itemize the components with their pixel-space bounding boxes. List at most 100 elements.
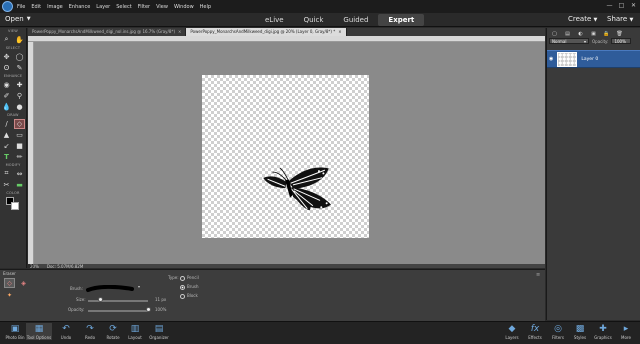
blend-mode-select[interactable]: Normal ▾ [549,38,589,44]
blend-mode-value: Normal [552,39,567,44]
mode-tabs: eLive Quick Guided Expert [255,14,425,26]
rotate-label: Rotate [106,335,120,340]
opacity-label: Opacity: [68,307,85,312]
size-value[interactable]: 11 px [155,297,166,302]
gradient-tool-icon[interactable]: ▭ [14,130,25,140]
more-button[interactable]: ▸ More [613,323,639,340]
eye-icon[interactable]: ◉ [549,56,553,62]
share-button[interactable]: Share ▼ [607,15,633,23]
tab-elive[interactable]: eLive [255,14,294,26]
opacity-value[interactable]: 100% [155,307,166,312]
crop-tool-icon[interactable]: ⌗ [1,169,12,179]
menu-window[interactable]: Window [174,4,194,10]
healing-brush-tool-icon[interactable]: ✚ [14,80,25,90]
tab-expert[interactable]: Expert [378,14,425,26]
type-brush-option[interactable]: Brush [180,284,199,290]
move-tool-icon[interactable]: ✥ [1,52,12,62]
lasso-tool-icon[interactable]: ʘ [1,63,12,73]
radio-block[interactable] [180,293,185,299]
layer-row[interactable]: ◉ Layer 0 [547,50,640,68]
type-tool-icon[interactable]: T [1,152,12,162]
clone-stamp-tool-icon[interactable]: ⚲ [14,91,25,101]
layer-name[interactable]: Layer 0 [581,57,598,62]
chevron-down-icon: ▼ [26,16,31,22]
menu-edit[interactable]: Edit [31,4,41,10]
styles-label: Styles [573,335,587,340]
menu-help[interactable]: Help [200,4,211,10]
layout-button[interactable]: ▥ Layout [122,323,148,340]
organizer-label: Organizer [149,335,169,340]
maximize-button[interactable]: □ [617,2,626,10]
menu-layer[interactable]: Layer [96,4,110,10]
document-canvas[interactable] [202,75,369,238]
background-color-swatch[interactable] [11,202,19,210]
eraser-tool-icon[interactable]: ◇ [14,118,25,129]
toolbox: VIEW ⌕ ✋ SELECT ✥ ◯ ʘ ✎ ENHANCE ◉ ✚ ✐ ⚲ … [0,28,27,268]
smart-brush-tool-icon[interactable]: ✐ [1,91,12,101]
type-pencil-option[interactable]: Pencil [180,275,199,281]
size-slider-knob[interactable] [98,297,103,302]
organizer-button[interactable]: ▤ Organizer [146,323,172,340]
tab-quick[interactable]: Quick [294,14,334,26]
doc-tab-1[interactable]: PowerPoppy_MonarchsAndMilkweed_digi_nol.… [28,28,187,36]
brush-tool-icon[interactable]: / [1,119,12,129]
size-slider-track[interactable] [88,300,148,302]
close-icon[interactable]: × [338,29,341,35]
brush-label: Brush: [70,286,83,291]
menu-view[interactable]: View [156,4,168,10]
panel-menu-icon[interactable]: ≡ [536,272,540,278]
straighten-tool-icon[interactable]: ▬ [14,180,25,190]
horizontal-scrollbar[interactable] [34,264,545,268]
menu-filter[interactable]: Filter [138,4,150,10]
layer-opacity-field[interactable]: 100% [611,38,632,44]
zoom-tool-icon[interactable]: ⌕ [1,35,12,45]
open-button[interactable]: Open ▼ [5,15,31,23]
opacity-slider-track[interactable] [88,310,148,312]
graphics-icon: ✚ [599,324,607,334]
eyedropper-tool-icon[interactable]: ↙ [1,141,12,151]
brush-preview[interactable] [86,285,136,293]
menu-enhance[interactable]: Enhance [69,4,91,10]
redo-label: Redo [84,335,96,340]
chevron-down-icon[interactable]: ▾ [138,284,140,289]
photo-bin-button[interactable]: ▣ Photo Bin [2,323,28,340]
close-icon[interactable]: × [178,29,181,35]
opacity-slider-knob[interactable] [146,307,151,312]
magic-eraser-icon[interactable]: ✦ [4,290,15,300]
background-eraser-icon[interactable]: ◈ [18,278,29,288]
butterfly-image [263,167,331,211]
content-aware-move-tool-icon[interactable]: ✂ [1,180,12,190]
layers-icon: ◆ [508,324,516,334]
tab-guided[interactable]: Guided [333,14,378,26]
paint-bucket-tool-icon[interactable]: ▲ [1,130,12,140]
pencil-tool-icon[interactable]: ✏ [14,152,25,162]
minimize-button[interactable]: — [605,2,614,10]
styles-icon: ▩ [575,324,585,334]
eraser-tool-icon[interactable]: ◇ [4,278,15,288]
section-enhance-label: ENHANCE [3,74,23,78]
close-window-button[interactable]: ✕ [629,2,638,10]
radio-pencil[interactable] [180,275,185,281]
tool-options-button[interactable]: ▦ Tool Options [26,323,52,340]
layout-icon: ▥ [130,324,140,334]
sponge-tool-icon[interactable]: ● [14,102,25,112]
menu-select[interactable]: Select [116,4,131,10]
undo-button[interactable]: ↶ Undo [53,323,79,340]
marquee-tool-icon[interactable]: ◯ [14,52,25,62]
hand-tool-icon[interactable]: ✋ [14,35,25,45]
menu-image[interactable]: Image [47,4,63,10]
doc-tab-2[interactable]: PowerPoppy_MonarchsAndMilkweed_digi.jpg … [186,28,347,36]
radio-brush[interactable] [180,284,185,290]
eraser-variants: ◇ ◈ [4,278,29,288]
menu-file[interactable]: File [17,4,25,10]
effects-label: Effects [528,335,542,340]
create-button[interactable]: Create ▼ [568,15,597,23]
red-eye-tool-icon[interactable]: ◉ [1,80,12,90]
type-label: Type: [168,275,179,280]
custom-shape-tool-icon[interactable]: ■ [14,141,25,151]
blend-row: Normal ▾ Opacity: 100% [549,38,632,44]
recompose-tool-icon[interactable]: ⇔ [14,169,25,179]
type-block-option[interactable]: Block [180,293,198,299]
quick-selection-tool-icon[interactable]: ✎ [14,63,25,73]
blur-tool-icon[interactable]: 💧 [1,102,12,112]
